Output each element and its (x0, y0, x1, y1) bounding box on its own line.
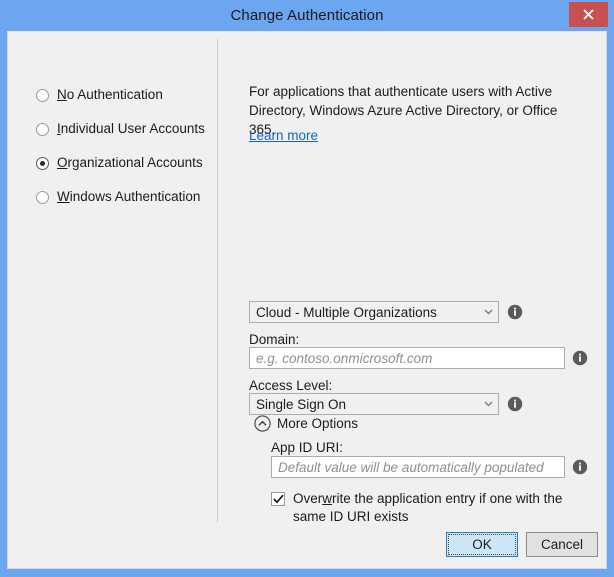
change-authentication-dialog: Change Authentication No Authentication … (0, 0, 614, 577)
radio-icon (36, 191, 49, 204)
overwrite-checkbox-label: Overwrite the application entry if one w… (293, 490, 571, 526)
ok-button-label: OK (472, 537, 492, 552)
authentication-type-radio-group: No Authentication Individual User Accoun… (36, 87, 216, 223)
radio-windows-authentication[interactable]: Windows Authentication (36, 189, 216, 223)
vertical-divider (217, 39, 218, 522)
info-icon-cloud[interactable] (507, 304, 523, 320)
dialog-body: No Authentication Individual User Accoun… (7, 31, 607, 569)
access-level-select[interactable]: Single Sign On (249, 393, 499, 415)
cloud-organizations-select[interactable]: Cloud - Multiple Organizations (249, 301, 499, 323)
more-options-label: More Options (277, 416, 358, 431)
learn-more-link[interactable]: Learn more (249, 128, 318, 143)
accel-char: w (322, 491, 332, 506)
checkbox-label-pre: Over (293, 491, 322, 506)
chevron-up-circle-icon (254, 415, 271, 432)
info-icon-domain[interactable] (572, 350, 588, 366)
close-icon (583, 9, 594, 20)
title-bar: Change Authentication (0, 0, 614, 31)
cancel-button[interactable]: Cancel (526, 532, 598, 557)
accel-char: N (57, 87, 67, 102)
overwrite-checkbox[interactable]: Overwrite the application entry if one w… (271, 490, 571, 526)
radio-label: Organizational Accounts (57, 155, 203, 170)
radio-label: No Authentication (57, 87, 163, 102)
info-icon-app-id-uri[interactable] (572, 459, 588, 475)
access-level-value: Single Sign On (250, 397, 478, 412)
app-id-uri-placeholder: Default value will be automatically popu… (272, 460, 544, 475)
chevron-down-icon (478, 309, 498, 315)
accel-char: W (57, 189, 70, 204)
radio-label-text: ndividual User Accounts (61, 121, 205, 136)
radio-label: Windows Authentication (57, 189, 200, 204)
radio-icon (36, 123, 49, 136)
radio-no-authentication[interactable]: No Authentication (36, 87, 216, 121)
radio-individual-user-accounts[interactable]: Individual User Accounts (36, 121, 216, 155)
chevron-down-icon (478, 401, 498, 407)
domain-placeholder: e.g. contoso.onmicrosoft.com (250, 351, 432, 366)
app-id-uri-input[interactable]: Default value will be automatically popu… (271, 456, 565, 478)
dialog-title: Change Authentication (0, 0, 614, 31)
accel-char: O (57, 155, 68, 170)
radio-label-text: rganizational Accounts (68, 155, 203, 170)
more-options-expander[interactable]: More Options (254, 415, 358, 432)
radio-label-text: o Authentication (67, 87, 163, 102)
checkbox-checked-icon (271, 492, 285, 506)
ok-button[interactable]: OK (446, 532, 518, 557)
radio-label: Individual User Accounts (57, 121, 205, 136)
app-id-uri-label: App ID URI: (271, 440, 343, 455)
radio-icon (36, 89, 49, 102)
radio-icon-selected (36, 157, 49, 170)
access-level-label: Access Level: (249, 378, 332, 393)
radio-organizational-accounts[interactable]: Organizational Accounts (36, 155, 216, 189)
cancel-button-label: Cancel (541, 537, 583, 552)
domain-label: Domain: (249, 332, 299, 347)
close-button[interactable] (569, 2, 608, 27)
domain-input[interactable]: e.g. contoso.onmicrosoft.com (249, 347, 565, 369)
radio-label-text: indows Authentication (70, 189, 201, 204)
cloud-organizations-value: Cloud - Multiple Organizations (250, 305, 478, 320)
info-icon-access-level[interactable] (507, 396, 523, 412)
checkbox-label-post: rite the application entry if one with t… (293, 491, 562, 524)
